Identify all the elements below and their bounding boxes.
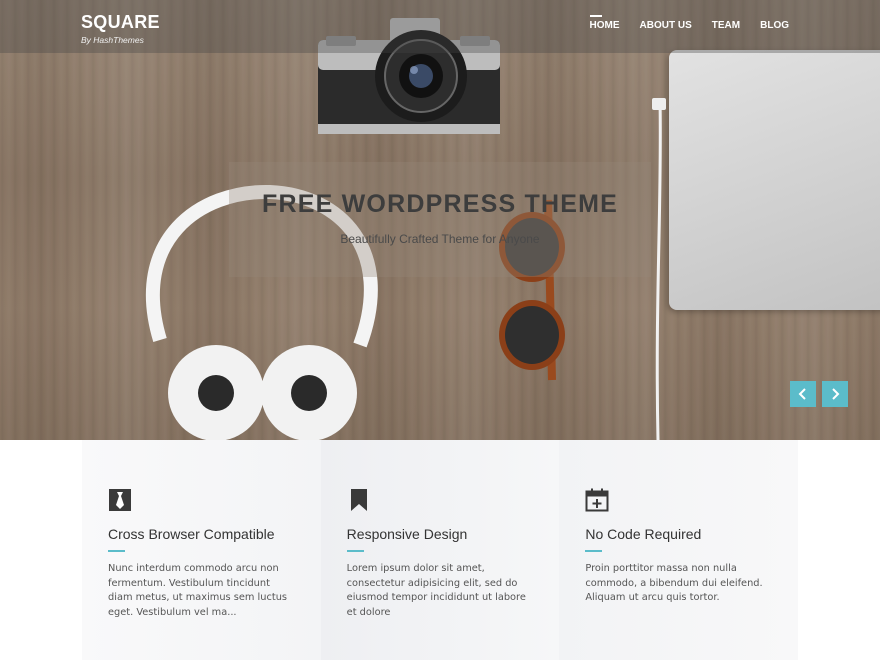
hero-title: FREE WORDPRESS THEME bbox=[262, 190, 618, 218]
feature-divider bbox=[108, 550, 125, 552]
bookmark-icon bbox=[350, 489, 367, 511]
calendar-plus-icon bbox=[585, 488, 609, 512]
nav-item-team[interactable]: TEAM bbox=[712, 20, 740, 31]
hero-subtitle: Beautifully Crafted Theme for Anyone bbox=[340, 232, 540, 246]
hero-caption-box bbox=[229, 162, 651, 277]
main-nav: HOME ABOUT US TEAM BLOG bbox=[589, 15, 789, 31]
feature-divider bbox=[585, 550, 603, 552]
feature-title: Responsive Design bbox=[346, 526, 468, 542]
feature-text: Proin porttitor massa non nulla commodo,… bbox=[585, 563, 763, 603]
features-section: Cross Browser Compatible Nunc interdum c… bbox=[82, 440, 799, 660]
feature-title: Cross Browser Compatible bbox=[108, 526, 275, 542]
feature-text: Lorem ipsum dolor sit amet, consectetur … bbox=[346, 563, 526, 618]
feature-card: No Code Required Proin porttitor massa n… bbox=[559, 440, 799, 660]
chevron-right-icon bbox=[832, 388, 840, 400]
site-header: SQUARE By HashThemes HOME ABOUT US TEAM … bbox=[0, 0, 880, 53]
nav-item-about-us[interactable]: ABOUT US bbox=[640, 20, 692, 31]
nav-item-home[interactable]: HOME bbox=[589, 15, 620, 31]
chevron-left-icon bbox=[798, 388, 806, 400]
site-tagline: By HashThemes bbox=[81, 35, 144, 45]
nav-item-blog[interactable]: BLOG bbox=[760, 20, 789, 31]
feature-card: Cross Browser Compatible Nunc interdum c… bbox=[82, 440, 321, 660]
feature-text: Nunc interdum commodo arcu non fermentum… bbox=[108, 563, 288, 618]
feature-card: Responsive Design Lorem ipsum dolor sit … bbox=[320, 440, 560, 660]
slider-prev-button[interactable] bbox=[790, 381, 816, 407]
feature-divider bbox=[346, 550, 364, 552]
hero-slider: SQUARE By HashThemes HOME ABOUT US TEAM … bbox=[0, 0, 880, 440]
slider-next-button[interactable] bbox=[822, 381, 848, 407]
site-title[interactable]: SQUARE bbox=[81, 12, 160, 33]
tie-icon bbox=[109, 489, 131, 511]
feature-title: No Code Required bbox=[585, 526, 702, 542]
site-logo[interactable]: SQUARE By HashThemes bbox=[81, 12, 160, 45]
